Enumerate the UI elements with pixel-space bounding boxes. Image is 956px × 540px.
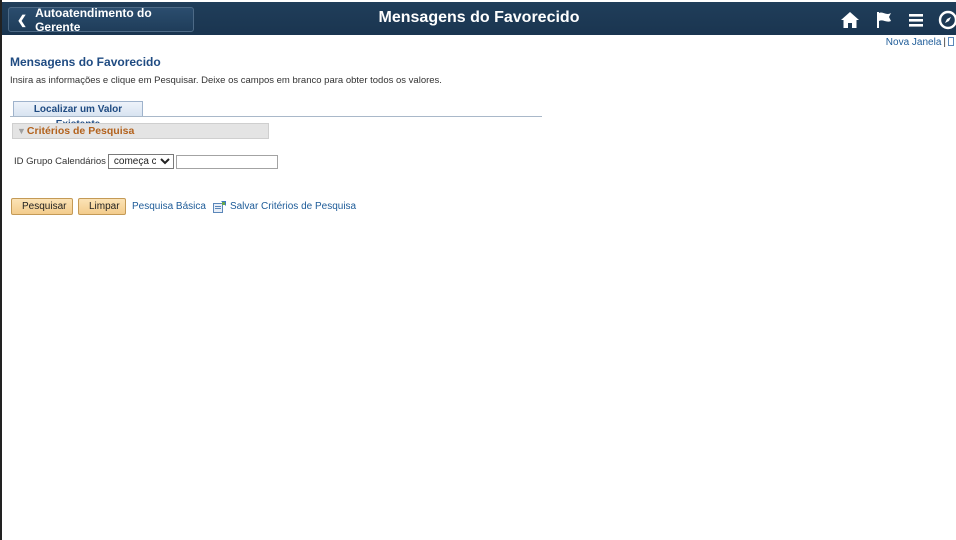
flag-icon[interactable] (874, 10, 894, 30)
search-criteria-label: Critérios de Pesquisa (26, 125, 135, 137)
action-row: Pesquisar Limpar Pesquisa Básica Salvar … (11, 198, 356, 215)
new-window-link[interactable]: Nova Janela (886, 37, 942, 48)
menu-icon[interactable] (906, 10, 926, 30)
collapse-triangle-icon: ▼ (17, 126, 26, 136)
header-banner: ❮ Autoatendimento do Gerente Mensagens d… (2, 2, 956, 35)
home-icon[interactable] (840, 10, 860, 30)
calendar-group-id-label: ID Grupo Calendários (14, 156, 106, 167)
search-button[interactable]: Pesquisar (11, 198, 73, 215)
search-criteria-header[interactable]: ▼Critérios de Pesquisa (12, 123, 269, 139)
link-separator: | (943, 37, 946, 48)
calendar-group-id-input[interactable] (175, 154, 278, 169)
help-doc-icon[interactable] (948, 37, 954, 46)
nav-compass-icon[interactable] (938, 10, 956, 30)
save-search-criteria-link[interactable]: Salvar Critérios de Pesquisa (230, 201, 356, 212)
calendar-group-id-row: ID Grupo Calendários começa com (14, 154, 278, 169)
tab-find-existing-value[interactable]: Localizar um Valor Existente (13, 101, 143, 130)
tab-divider (10, 116, 542, 117)
page-header-title: Mensagens do Favorecido (378, 9, 580, 26)
operator-select[interactable]: começa com (107, 154, 174, 169)
page-title: Mensagens do Favorecido (10, 55, 161, 69)
instructions-text: Insira as informações e clique em Pesqui… (10, 75, 442, 86)
top-links: Nova Janela | (886, 37, 954, 48)
basic-search-link[interactable]: Pesquisa Básica (132, 201, 206, 212)
clear-button[interactable]: Limpar (78, 198, 126, 215)
save-criteria-icon[interactable] (212, 200, 226, 213)
